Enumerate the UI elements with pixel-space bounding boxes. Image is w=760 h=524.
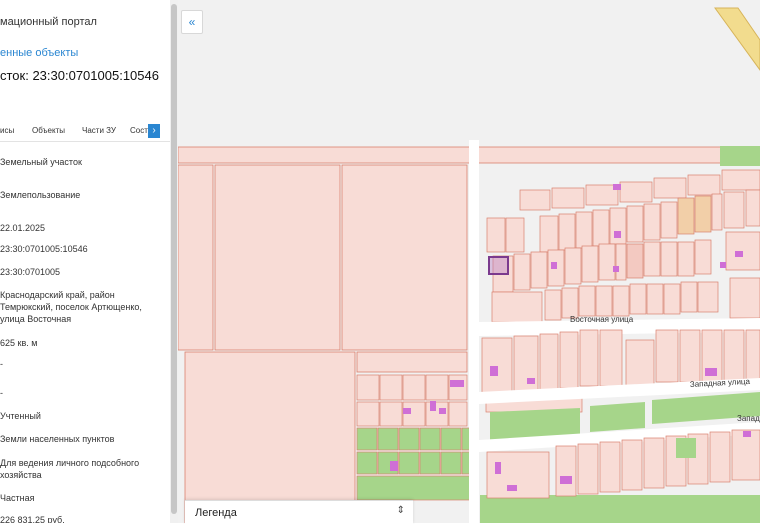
street-label-zapadnaya-2: Западна (737, 414, 760, 423)
selected-parcel[interactable] (488, 256, 509, 275)
field-cadastral-number: 23:30:0701005:10546 (0, 244, 88, 254)
green-parcels (356, 427, 475, 501)
tab-parts[interactable]: Части ЗУ (82, 126, 116, 135)
field-view: Землепользование (0, 190, 81, 200)
chevron-updown-icon[interactable]: ⇕ (397, 505, 405, 516)
tab-objects[interactable]: Объекты (32, 126, 65, 135)
chevron-right-icon[interactable]: › (148, 124, 160, 138)
field-address-2: Темрюкский, поселок Артющенко, (0, 302, 142, 312)
legend-panel[interactable]: Легенда ⇕ (185, 500, 413, 524)
field-address-3: улица Восточная (0, 314, 72, 324)
double-chevron-left-icon[interactable]: « (181, 10, 203, 34)
legend-label: Легенда (195, 507, 237, 519)
field-status: Учтенный (0, 411, 41, 421)
field-date: 22.01.2025 (0, 223, 46, 233)
scroll-thumb[interactable] (171, 4, 177, 514)
field-cadastral-value: 226 831,25 руб. (0, 515, 65, 523)
field-quarter: 23:30:0701005 (0, 267, 61, 277)
info-tabs: исы Объекты Части ЗУ Состе › (0, 121, 170, 141)
info-panel: мационный портал енные объекты сток: 23:… (0, 0, 170, 523)
tabs-divider (0, 141, 170, 142)
street-label-vostochnaya: Восточная улица (570, 315, 634, 324)
selected-objects-link[interactable]: енные объекты (0, 47, 78, 59)
field-category: Земли населенных пунктов (0, 434, 115, 444)
panel-scrollbar[interactable] (170, 0, 178, 523)
field-dash-1: - (0, 359, 3, 369)
green-area (720, 146, 760, 166)
vertical-road (469, 140, 479, 523)
green-lot (676, 438, 696, 458)
field-object-type: Земельный участок (0, 157, 82, 167)
field-area: 625 кв. м (0, 338, 38, 348)
field-use-1: Для ведения личного подсобного (0, 458, 140, 468)
field-address-1: Краснодарский край, район (0, 290, 115, 300)
portal-title: мационный портал (0, 16, 97, 28)
field-ownership: Частная (0, 493, 35, 503)
field-use-2: хозяйства (0, 470, 42, 480)
cadastral-map[interactable]: Восточная улица Западная улица Западна (178, 0, 760, 523)
tab-1[interactable]: исы (0, 126, 14, 135)
field-dash-2: - (0, 388, 3, 398)
parcel-title: сток: 23:30:0701005:10546 (0, 68, 159, 83)
